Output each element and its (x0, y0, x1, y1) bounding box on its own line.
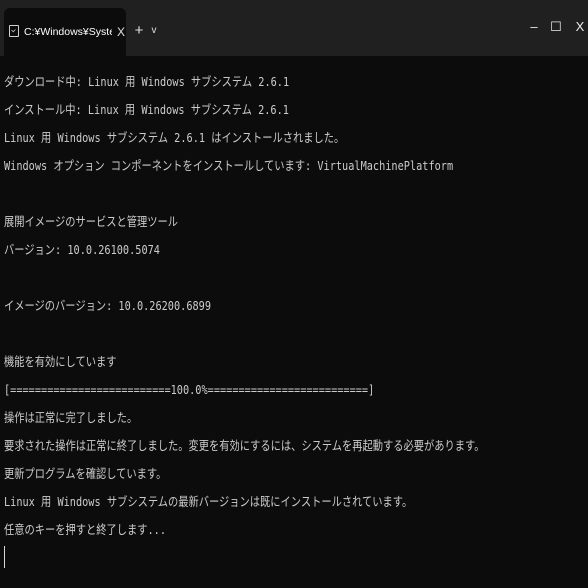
output-line: 更新プログラムを確認しています。 (4, 466, 167, 481)
new-tab-button[interactable]: + (132, 23, 146, 39)
output-line: バージョン: 10.0.26100.5074 (4, 242, 160, 257)
minimize-button[interactable]: – (524, 17, 544, 37)
terminal-icon (9, 25, 19, 37)
output-line: 任意のキーを押すと終了します... (4, 522, 167, 537)
terminal-output[interactable]: ダウンロード中: Linux 用 Windows サブシステム 2.6.1 イン… (0, 56, 588, 588)
maximize-button[interactable]: ☐ (546, 17, 566, 37)
close-button[interactable]: X (570, 17, 588, 37)
tab-dropdown-button[interactable]: v (148, 23, 160, 39)
output-line: Windows オプション コンポーネントをインストールしています: Virtu… (4, 158, 454, 173)
text-cursor (4, 546, 5, 568)
terminal-window: C:¥Windows¥System32¥wsl.exe X + v – ☐ X … (0, 0, 588, 588)
output-line: 操作は正常に完了しました。 (4, 410, 138, 425)
output-line: イメージのバージョン: 10.0.26200.6899 (4, 298, 211, 313)
output-line: Linux 用 Windows サブシステム 2.6.1 はインストールされまし… (4, 130, 345, 145)
output-line: 展開イメージのサービスと管理ツール (4, 214, 179, 229)
output-line: インストール中: Linux 用 Windows サブシステム 2.6.1 (4, 102, 289, 117)
progress-line: [==========================100.0%=======… (4, 382, 375, 397)
tab-close-button[interactable]: X (115, 24, 127, 40)
tab-title: C:¥Windows¥System32¥wsl.exe (24, 26, 112, 38)
title-bar: C:¥Windows¥System32¥wsl.exe X + v – ☐ X (0, 0, 588, 56)
tab-wsl[interactable]: C:¥Windows¥System32¥wsl.exe X (4, 8, 126, 56)
output-line: 機能を有効にしています (4, 354, 117, 369)
output-line: Linux 用 Windows サブシステムの最新バージョンは既にインストールさ… (4, 494, 413, 509)
output-line: 要求された操作は正常に終了しました。変更を有効にするには、システムを再起動する必… (4, 438, 480, 453)
output-line: ダウンロード中: Linux 用 Windows サブシステム 2.6.1 (4, 74, 290, 89)
